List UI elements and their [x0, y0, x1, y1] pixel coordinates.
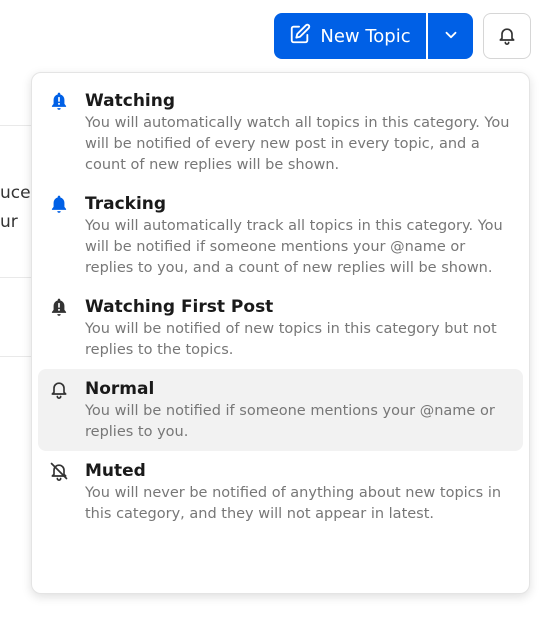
menu-item-title: Tracking: [85, 194, 167, 214]
background-text-line: ur: [0, 212, 18, 232]
page: uce ur New Topic Watching You will autom…: [0, 0, 553, 621]
menu-item-description: You will automatically track all topics …: [85, 218, 503, 276]
menu-item-watching[interactable]: Watching You will automatically watch al…: [38, 81, 523, 184]
menu-item-title: Watching: [85, 91, 176, 111]
menu-item-description: You will never be notified of anything a…: [85, 485, 502, 522]
menu-item-normal[interactable]: Normal You will be notified if someone m…: [38, 369, 523, 451]
pencil-square-icon: [289, 23, 311, 50]
menu-item-title: Muted: [85, 461, 146, 481]
bell-exclamation-icon: [48, 90, 70, 112]
background-text-line: uce: [0, 183, 31, 203]
menu-item-description: You will be notified if someone mentions…: [85, 403, 495, 440]
menu-item-title: Normal: [85, 379, 155, 399]
bell-exclamation-icon: [48, 296, 70, 318]
background-divider: [0, 356, 34, 357]
bell-slash-icon: [48, 460, 70, 482]
menu-item-title: Watching First Post: [85, 297, 274, 317]
chevron-down-icon: [442, 26, 460, 47]
new-topic-label: New Topic: [320, 25, 411, 47]
bell-filled-icon: [48, 193, 70, 215]
new-topic-button[interactable]: New Topic: [274, 13, 426, 59]
menu-item-muted[interactable]: Muted You will never be notified of anyt…: [38, 451, 523, 533]
bell-icon: [497, 25, 517, 48]
background-divider: [0, 125, 34, 126]
menu-item-description: You will be notified of new topics in th…: [85, 321, 497, 358]
new-topic-dropdown-toggle[interactable]: [428, 13, 473, 59]
menu-item-description: You will automatically watch all topics …: [85, 115, 510, 173]
bell-outline-icon: [48, 378, 70, 400]
menu-item-watching-first-post[interactable]: Watching First Post You will be notified…: [38, 287, 523, 369]
background-divider: [0, 277, 34, 278]
notification-level-menu: Watching You will automatically watch al…: [31, 72, 530, 594]
new-topic-button-group: New Topic: [274, 13, 473, 59]
category-notifications-button[interactable]: [483, 13, 531, 59]
menu-item-tracking[interactable]: Tracking You will automatically track al…: [38, 184, 523, 287]
